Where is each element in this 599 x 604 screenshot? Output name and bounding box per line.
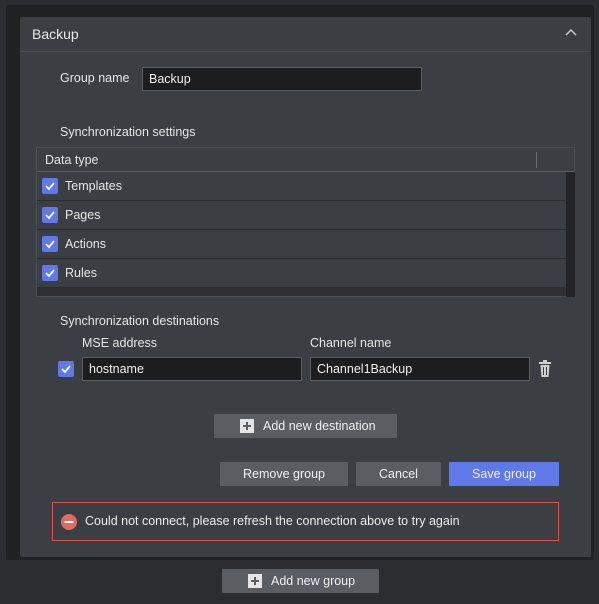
sync-settings-label: Synchronization settings <box>60 125 196 139</box>
row-label-pages: Pages <box>65 208 101 222</box>
minus-circle-icon <box>61 514 77 530</box>
trash-icon[interactable] <box>538 360 552 381</box>
group-panel: Backup Group name Synchronization settin… <box>20 17 591 557</box>
column-separator[interactable] <box>536 152 537 168</box>
table-row[interactable]: Actions <box>37 230 566 259</box>
channel-name-label: Channel name <box>310 336 392 350</box>
cancel-button[interactable]: Cancel <box>356 462 441 486</box>
checkmark-icon <box>45 240 55 249</box>
templates-checkbox[interactable] <box>42 178 58 194</box>
add-group-button[interactable]: Add new group <box>222 569 379 593</box>
table-header[interactable]: Data type <box>37 148 574 172</box>
add-destination-button[interactable]: Add new destination <box>214 414 397 438</box>
table-row[interactable]: Pages <box>37 201 566 230</box>
panel-title: Backup <box>32 26 79 42</box>
pages-checkbox[interactable] <box>42 207 58 223</box>
group-name-input[interactable] <box>142 67 422 91</box>
channel-name-input[interactable] <box>310 357 530 381</box>
data-type-table: Data type Templates Pages Actions Rules <box>36 147 575 297</box>
destination-checkbox[interactable] <box>58 361 74 377</box>
table-row[interactable]: Templates <box>37 172 566 201</box>
mse-address-label: MSE address <box>82 336 158 350</box>
actions-checkbox[interactable] <box>42 236 58 252</box>
error-message-box: Could not connect, please refresh the co… <box>52 502 559 541</box>
table-row[interactable]: Rules <box>37 259 566 288</box>
mse-address-input[interactable] <box>82 357 302 381</box>
checkmark-icon <box>45 269 55 278</box>
group-name-label: Group name <box>60 71 130 85</box>
remove-group-button[interactable]: Remove group <box>220 462 348 486</box>
table-scrollbar[interactable] <box>566 172 575 297</box>
checkmark-icon <box>45 182 55 191</box>
row-label-rules: Rules <box>65 266 97 280</box>
chevron-up-icon[interactable] <box>563 27 579 39</box>
add-group-label: Add new group <box>271 574 356 588</box>
header-divider <box>20 51 591 52</box>
add-destination-label: Add new destination <box>263 419 376 433</box>
rules-checkbox[interactable] <box>42 265 58 281</box>
panel-header[interactable]: Backup <box>20 17 591 51</box>
sync-destinations-label: Synchronization destinations <box>60 314 220 328</box>
plus-square-icon <box>248 574 262 588</box>
group-frame: Backup Group name Synchronization settin… <box>6 5 594 560</box>
row-label-actions: Actions <box>65 237 106 251</box>
error-message: Could not connect, please refresh the co… <box>85 514 460 528</box>
row-label-templates: Templates <box>65 179 122 193</box>
save-group-button[interactable]: Save group <box>449 462 559 486</box>
checkmark-icon <box>45 211 55 220</box>
plus-square-icon <box>240 419 254 433</box>
column-header-data-type: Data type <box>45 153 99 167</box>
checkmark-icon <box>61 365 71 374</box>
